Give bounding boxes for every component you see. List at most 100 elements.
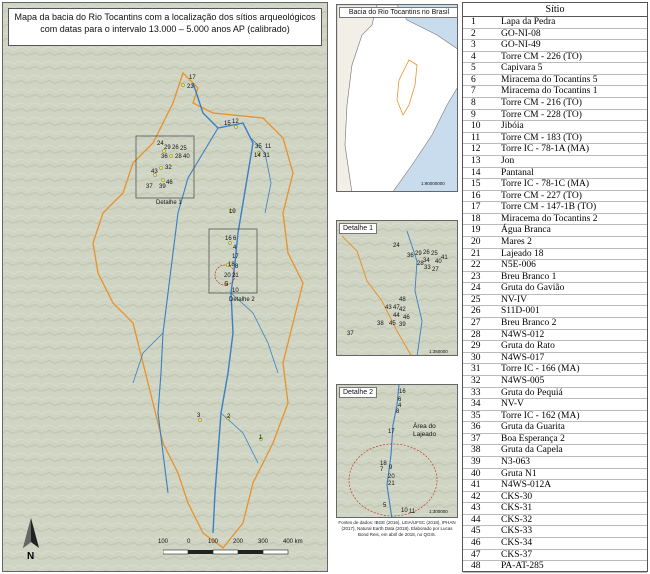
scale-bar (163, 549, 289, 555)
detail1-map[interactable]: Detalhe 1 24 36 29 26 25 34 28 33 40 41 … (336, 220, 458, 356)
inset-brazil-scale: 1:90000000 (421, 181, 445, 186)
site-label: 23 (187, 84, 194, 90)
site-table-row: 1 Lapa da Pedra (463, 17, 647, 29)
site-table-row: 18 Miracema do Tocantins 2 (463, 214, 647, 226)
site-name: CKS-34 (501, 538, 533, 549)
site-number: 20 (471, 236, 481, 247)
site-table-row: 15 Torre IC - 78-1C (MA) (463, 179, 647, 191)
site-name: Breu Branco 1 (501, 271, 557, 282)
site-number: 42 (471, 491, 481, 502)
site-number: 32 (471, 375, 481, 386)
site-number: 47 (471, 549, 481, 560)
site-table-row: 30 N4WS-017 (463, 353, 647, 365)
site-label: 17 (189, 75, 196, 81)
map-title-line2: com datas para o intervalo 13.000 – 5.00… (40, 24, 290, 34)
site-number: 2 (471, 28, 476, 39)
site-name: Torre CM - 228 (TO) (501, 109, 582, 120)
detail2-map[interactable]: Detalhe 2 Área do Lajeado 16 6 4 8 17 18… (336, 384, 458, 518)
site-name: CKS-31 (501, 503, 533, 514)
site-name: Pantanal (501, 167, 534, 178)
site-number: 16 (471, 190, 481, 201)
site-name: N4WS-005 (501, 375, 545, 386)
site-name: GO-NI-49 (501, 40, 541, 51)
site-name: Jon (501, 155, 515, 166)
site-name: GO-NI-08 (501, 28, 541, 39)
site-label: 16 (225, 236, 232, 242)
site-number: 39 (471, 456, 481, 467)
site-number: 18 (471, 213, 481, 224)
site-number: 44 (471, 514, 481, 525)
detail2-scale: 1:300000 (429, 509, 448, 514)
site-table-row: 29 Gruta do Rato (463, 341, 647, 353)
site-label: 43 (385, 305, 392, 311)
site-name: Jibóia (501, 121, 524, 132)
site-table-header: Sítio (463, 3, 647, 17)
site-number: 23 (471, 271, 481, 282)
inset-brazil-map[interactable]: Bacia do Rio Tocantins no Brasil 1:90000… (336, 4, 458, 192)
site-number: 10 (471, 121, 481, 132)
site-number: 6 (471, 74, 476, 85)
site-label: 11 (409, 509, 416, 515)
site-label: 10 (232, 288, 239, 294)
site-number: 48 (471, 561, 481, 572)
site-number: 17 (471, 202, 481, 213)
site-name: Lapa da Pedra (501, 17, 556, 27)
site-label: 5 (383, 503, 387, 509)
site-number: 41 (471, 480, 481, 491)
scale-tick: 0 (187, 539, 191, 545)
site-name: Gruta N1 (501, 468, 537, 479)
site-table-row: 24 Gruta do Gavião (463, 283, 647, 295)
site-table-row: 11 Torre CM - 183 (TO) (463, 133, 647, 145)
site-label: 34 (423, 258, 430, 264)
site-label: 35 (255, 144, 262, 150)
main-map[interactable]: Mapa da bacia do Rio Tocantins com a loc… (2, 2, 328, 572)
site-name: Breu Branco 2 (501, 318, 557, 329)
site-table-row: 40 Gruta N1 (463, 469, 647, 481)
main-map-drawing (3, 3, 327, 571)
site-table-row: 27 Breu Branco 2 (463, 318, 647, 330)
site-number: 12 (471, 144, 481, 155)
site-name: Capivara 5 (501, 63, 543, 74)
site-number: 30 (471, 352, 481, 363)
site-label: 14 (254, 153, 261, 159)
site-number: 27 (471, 318, 481, 329)
site-number: 15 (471, 179, 481, 190)
site-table-row: 13 Jon (463, 156, 647, 168)
site-table-row: 37 Boa Esperança 2 (463, 434, 647, 446)
north-label: N (27, 551, 35, 562)
site-table-row: 9 Torre CM - 228 (TO) (463, 110, 647, 122)
site-name: N5E-006 (501, 260, 536, 271)
site-name: Gruta do Rato (501, 341, 555, 352)
site-name: N4WS-012 (501, 329, 545, 340)
site-name: PA-AT-285 (501, 561, 544, 572)
site-table-row: 33 Gruta do Pequiá (463, 388, 647, 400)
site-label: 8 (396, 409, 400, 415)
site-label: 4 (233, 245, 237, 251)
lajeado-area-label-2: Lajeado (413, 431, 437, 438)
site-label: 39 (399, 322, 406, 328)
site-number: 7 (471, 86, 476, 97)
site-label: 44 (393, 313, 400, 319)
site-table-row: 46 CKS-34 (463, 538, 647, 550)
site-number: 33 (471, 387, 481, 398)
site-label: 36 (407, 253, 414, 259)
site-label: 11 (265, 144, 272, 150)
site-table-row: 36 Gruta da Guarita (463, 422, 647, 434)
site-table-row: 21 Lajeado 18 (463, 249, 647, 261)
site-label: 10 (401, 508, 408, 514)
site-label: 29 (415, 251, 422, 257)
site-name: Torre CM - 226 (TO) (501, 51, 582, 62)
site-name: Miracema do Tocantins 2 (501, 213, 598, 224)
site-name: Boa Esperança 2 (501, 433, 565, 444)
site-table-row: 26 S11D-001 (463, 306, 647, 319)
site-table-row: 7 Miracema do Tocantins 1 (463, 86, 647, 99)
site-label: 21 (232, 273, 239, 279)
site-label: 42 (399, 307, 406, 313)
site-label: 46 (166, 180, 173, 186)
site-name: Torre CM - 227 (TO) (501, 190, 582, 201)
site-label: 24 (393, 243, 400, 249)
site-name: Água Branca (501, 225, 551, 236)
site-number: 19 (471, 225, 481, 236)
site-number: 8 (471, 98, 476, 109)
site-name: Gruta do Pequiá (501, 387, 563, 398)
